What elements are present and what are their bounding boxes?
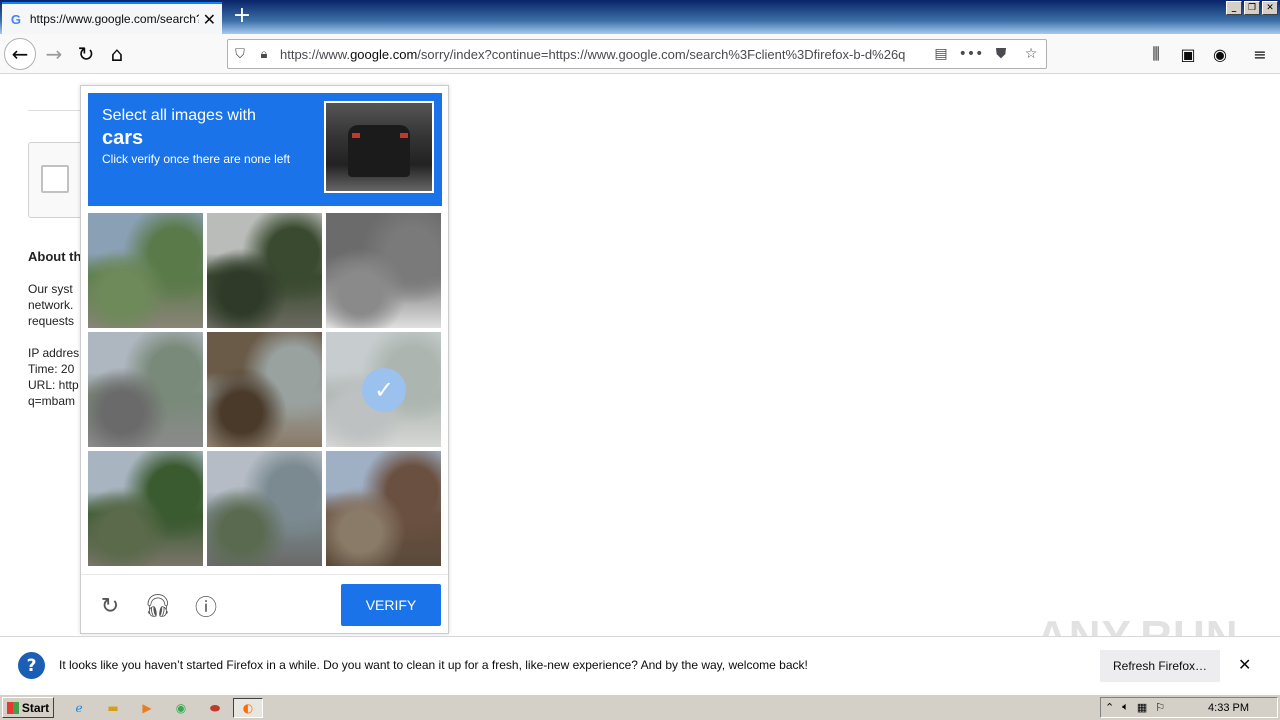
account-icon[interactable]: ◉ xyxy=(1205,38,1235,70)
lock-icon[interactable]: 🔒︎ xyxy=(252,47,276,62)
reload-challenge-icon[interactable]: ↻ xyxy=(95,591,125,621)
about-text-line: IP addres xyxy=(28,346,80,360)
tile-mountain-road[interactable] xyxy=(88,213,203,328)
tile-highway[interactable] xyxy=(88,332,203,447)
restore-button[interactable]: ❐ xyxy=(1244,1,1260,15)
refresh-firefox-notification: ? It looks like you haven’t started Fire… xyxy=(0,636,1280,692)
tile-palm-tree[interactable] xyxy=(207,213,322,328)
internet-explorer-icon[interactable]: ℯ xyxy=(68,698,90,718)
refresh-firefox-button[interactable]: Refresh Firefox… xyxy=(1100,650,1220,682)
window-controls: _ ❐ ✕ xyxy=(1226,1,1278,15)
captcha-challenge: Select all images with cars Click verify… xyxy=(80,85,449,634)
url-text[interactable]: https://www.google.com/sorry/index?conti… xyxy=(280,47,926,62)
chrome-icon[interactable]: ◉ xyxy=(170,698,192,718)
library-icon[interactable]: ⫼ xyxy=(1141,38,1171,70)
about-text-line: network. xyxy=(28,298,74,312)
menu-icon[interactable]: ≡ xyxy=(1245,38,1275,70)
selected-check-icon: ✓ xyxy=(362,368,406,412)
navigation-toolbar: ← → ↻ ⌂ ⛉ 🔒︎ https://www.google.com/sorr… xyxy=(0,34,1280,74)
browser-tab[interactable]: G https://www.google.com/search?c ✕ xyxy=(2,2,222,34)
tray-expand-icon[interactable]: ⌃ xyxy=(1105,701,1114,714)
reload-button[interactable]: ↻ xyxy=(70,38,102,70)
captcha-instructions: Click verify once there are none left xyxy=(102,152,291,166)
new-tab-button[interactable]: + xyxy=(230,4,254,28)
page-actions-icon[interactable]: ••• xyxy=(956,46,986,62)
about-text-line: Our syst xyxy=(28,282,73,296)
about-text-line: requests xyxy=(28,314,75,328)
captcha-prompt: Select all images with xyxy=(102,107,256,124)
close-notification-icon[interactable]: ✕ xyxy=(1238,655,1251,674)
about-heading: About th xyxy=(28,249,82,264)
pocket-icon[interactable]: ⛊ xyxy=(986,46,1016,62)
forward-button[interactable]: → xyxy=(38,38,70,70)
question-icon: ? xyxy=(18,652,45,679)
sample-taillight-left xyxy=(352,133,360,138)
windows-logo-icon xyxy=(6,701,19,714)
about-text-line: Time: 20 xyxy=(28,362,75,376)
notification-message: It looks like you haven’t started Firefo… xyxy=(59,658,808,672)
tile-traffic-light[interactable] xyxy=(207,451,322,566)
clock[interactable]: 4:33 PM xyxy=(1208,702,1249,714)
tab-title: https://www.google.com/search?c xyxy=(29,12,199,26)
start-label: Start xyxy=(21,700,50,715)
sidebar-icon[interactable]: ▣ xyxy=(1173,38,1203,70)
captcha-header: Select all images with cars Click verify… xyxy=(88,93,442,206)
opera-icon[interactable]: ⬬ xyxy=(204,698,226,718)
home-button[interactable]: ⌂ xyxy=(101,38,133,70)
captcha-image-grid: ✓ xyxy=(88,213,442,566)
title-bar: G https://www.google.com/search?c ✕ + _ … xyxy=(0,0,1280,34)
firefox-taskbar-button[interactable]: ◐ xyxy=(233,698,263,718)
start-button[interactable]: Start xyxy=(2,697,54,718)
about-text-line: q=mbam xyxy=(28,394,76,408)
captcha-target-object: cars xyxy=(102,127,144,149)
recaptcha-checkbox[interactable] xyxy=(41,165,69,193)
captcha-sample-image xyxy=(324,101,434,193)
google-favicon-icon: G xyxy=(10,11,21,27)
bookmark-star-icon[interactable]: ☆ xyxy=(1016,46,1046,62)
action-center-flag-icon[interactable]: ⚐ xyxy=(1155,701,1165,714)
tile-trees-road[interactable] xyxy=(88,451,203,566)
tile-glass-door[interactable] xyxy=(207,332,322,447)
minimize-button[interactable]: _ xyxy=(1226,1,1242,15)
reader-view-icon[interactable]: ▤ xyxy=(926,46,956,62)
about-text-line: URL: http xyxy=(28,378,79,392)
media-player-icon[interactable]: ▶ xyxy=(136,698,158,718)
tab-close-icon[interactable]: ✕ xyxy=(203,10,216,29)
page-divider xyxy=(28,110,88,111)
info-icon[interactable]: ⓘ xyxy=(191,591,221,621)
tile-crosswalk[interactable] xyxy=(326,213,441,328)
explorer-folder-icon[interactable]: ▬ xyxy=(102,698,124,718)
tile-house-roof[interactable] xyxy=(326,451,441,566)
tracking-shield-icon[interactable]: ⛉ xyxy=(228,47,252,62)
audio-challenge-icon[interactable]: 🎧︎ xyxy=(143,591,173,621)
captcha-footer: ↻ 🎧︎ ⓘ VERIFY xyxy=(81,574,448,634)
close-window-button[interactable]: ✕ xyxy=(1262,1,1278,15)
sample-taillight-right xyxy=(400,133,408,138)
volume-icon[interactable]: 🔈︎ xyxy=(1122,701,1129,714)
windows-taskbar: Start ℯ ▬ ▶ ◉ ⬬ ◐ ⌃ 🔈︎ ▦ ⚐ 4:33 PM xyxy=(0,694,1280,720)
network-icon[interactable]: ▦ xyxy=(1137,701,1147,714)
url-bar[interactable]: ⛉ 🔒︎ https://www.google.com/sorry/index?… xyxy=(227,39,1047,69)
back-button[interactable]: ← xyxy=(4,38,36,70)
tile-parked-cars[interactable]: ✓ xyxy=(326,332,441,447)
recaptcha-checkbox-widget xyxy=(28,142,88,218)
system-tray: ⌃ 🔈︎ ▦ ⚐ 4:33 PM xyxy=(1100,697,1278,718)
verify-button[interactable]: VERIFY xyxy=(341,584,441,626)
